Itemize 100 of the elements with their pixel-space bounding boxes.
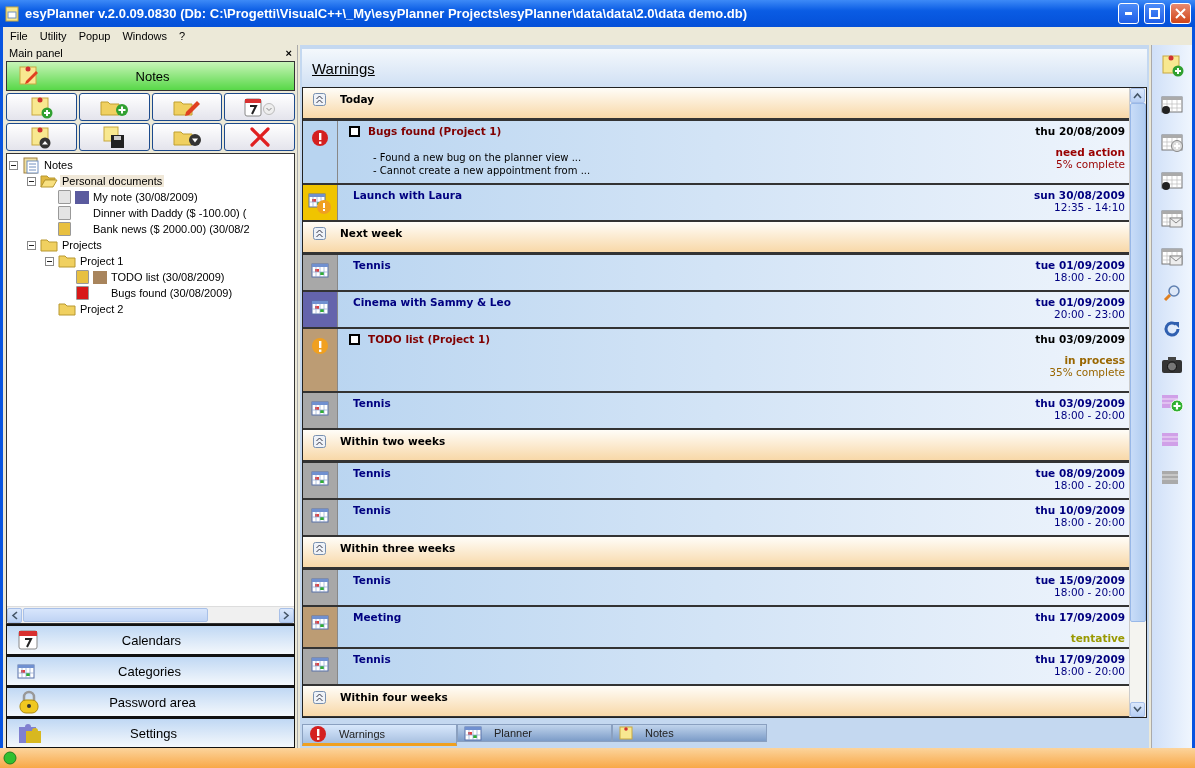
toolbar-button[interactable] xyxy=(224,123,295,151)
tool-button[interactable] xyxy=(1160,93,1184,115)
menu-item[interactable]: Windows xyxy=(117,30,173,42)
tree-item[interactable]: Dinner with Daddy ($ -100.00) ( xyxy=(91,207,249,219)
event-row[interactable]: Tennis tue 15/09/2009 18:00 - 20:00 xyxy=(303,570,1129,607)
tree-item[interactable]: Bugs found (30/08/2009) xyxy=(109,287,235,299)
time-range: 18:00 - 20:00 xyxy=(1054,479,1125,491)
task-row[interactable]: Bugs found (Project 1) - Found a new bug on the planner view ... - Cannot create a new appointment from ... thu 20/08/2009 need action 5% complete xyxy=(303,121,1129,185)
status-light-icon xyxy=(3,751,17,765)
collapse-toggle[interactable] xyxy=(27,240,36,250)
calendar-camera-icon xyxy=(1160,169,1184,191)
close-button[interactable] xyxy=(1170,3,1191,24)
time-range: 18:00 - 20:00 xyxy=(1054,586,1125,598)
status-label: need action xyxy=(1055,146,1125,158)
section-button[interactable]: Calendars xyxy=(6,624,295,655)
section-button[interactable]: Settings xyxy=(6,717,295,748)
collapse-toggle[interactable] xyxy=(27,176,36,186)
tree-item[interactable]: My note (30/08/2009) xyxy=(91,191,200,203)
group-label: Today xyxy=(340,93,375,105)
group-header[interactable]: Within three weeks xyxy=(303,537,1129,570)
calendar-grid-icon xyxy=(311,578,329,593)
date: thu 20/08/2009 xyxy=(1035,125,1125,137)
event-row[interactable]: Meeting thu 17/09/2009 tentative xyxy=(303,607,1129,649)
event-row[interactable]: Tennis tue 01/09/2009 18:00 - 20:00 xyxy=(303,255,1129,292)
event-title: Meeting xyxy=(353,611,402,623)
close-icon xyxy=(1175,8,1186,19)
toolbar-button[interactable] xyxy=(78,123,150,151)
checkbox[interactable] xyxy=(349,125,360,137)
checkbox[interactable] xyxy=(349,333,360,345)
toolbar-button[interactable] xyxy=(78,93,150,121)
camera-icon xyxy=(1160,355,1184,375)
calendar-envelope-icon xyxy=(1160,207,1184,229)
calendar-grid-icon xyxy=(311,300,329,315)
group-label: Within three weeks xyxy=(340,542,456,554)
refresh-icon xyxy=(1162,319,1182,339)
group-header[interactable]: Within four weeks xyxy=(303,686,1129,717)
note-line: - Cannot create a new appointment from ... xyxy=(373,164,591,177)
search-icon xyxy=(1162,283,1182,303)
time-range: 18:00 - 20:00 xyxy=(1054,409,1125,421)
task-row[interactable]: TODO list (Project 1) thu 03/09/2009 in process 35% complete xyxy=(303,329,1129,393)
toolbar-button[interactable] xyxy=(6,123,77,151)
section-button[interactable]: Categories xyxy=(6,655,295,686)
tab[interactable]: Warnings xyxy=(302,724,457,746)
collapse-toggle[interactable] xyxy=(9,160,18,170)
section-button[interactable]: Password area xyxy=(6,686,295,717)
vertical-scrollbar[interactable] xyxy=(1129,88,1146,717)
toolbar-button[interactable] xyxy=(151,123,223,151)
tree-item[interactable]: Project 2 xyxy=(78,303,126,315)
delete-icon xyxy=(248,126,271,148)
collapse-toggle[interactable] xyxy=(45,256,54,266)
group-label: Next week xyxy=(340,227,403,239)
puzzle-icon xyxy=(17,721,43,745)
group-header[interactable]: Today xyxy=(303,88,1129,121)
tree-item[interactable]: Personal documents xyxy=(60,175,165,187)
alert-icon xyxy=(309,725,327,743)
app-icon xyxy=(4,5,20,22)
progress-label: 5% complete xyxy=(1055,158,1125,170)
menu-item[interactable]: Utility xyxy=(34,30,72,42)
group-label: Within two weeks xyxy=(340,435,446,447)
collapse-icon xyxy=(313,435,326,448)
section-button[interactable]: Notes xyxy=(6,61,295,91)
panel-close-button[interactable]: × xyxy=(285,47,292,59)
event-row[interactable]: Tennis tue 08/09/2009 18:00 - 20:00 xyxy=(303,463,1129,500)
tree-item[interactable]: Bank news ($ 2000.00) (30/08/2 xyxy=(91,223,252,235)
date: tue 08/09/2009 xyxy=(1035,467,1125,479)
tree-item[interactable]: TODO list (30/08/2009) xyxy=(109,271,227,283)
date: thu 03/09/2009 xyxy=(1035,397,1125,409)
event-row[interactable]: Tennis thu 17/09/2009 18:00 - 20:00 xyxy=(303,649,1129,686)
minimize-button[interactable] xyxy=(1118,3,1139,24)
event-row[interactable]: Tennis thu 03/09/2009 18:00 - 20:00 xyxy=(303,393,1129,430)
toolbar-button[interactable] xyxy=(224,93,295,121)
event-title: Tennis xyxy=(353,504,391,516)
tab[interactable]: Notes xyxy=(612,724,767,742)
tab[interactable]: Planner xyxy=(457,724,612,742)
menu-item[interactable]: Popup xyxy=(73,30,116,42)
tree-item[interactable]: Project 1 xyxy=(78,255,126,267)
menu-item[interactable]: ? xyxy=(174,30,191,42)
time-range: 18:00 - 20:00 xyxy=(1054,665,1125,677)
alert-icon xyxy=(311,129,329,147)
horizontal-scrollbar[interactable] xyxy=(7,606,294,623)
clipboard-icon xyxy=(22,156,40,174)
toolbar-button[interactable] xyxy=(151,93,223,121)
folder-icon xyxy=(40,238,58,252)
tool-button[interactable] xyxy=(1160,169,1184,191)
group-header[interactable]: Next week xyxy=(303,222,1129,255)
calendar-grid-icon xyxy=(311,657,329,672)
tool-button[interactable] xyxy=(1160,355,1184,375)
group-header[interactable]: Within two weeks xyxy=(303,430,1129,463)
menu-item[interactable]: File xyxy=(5,30,33,42)
tree-item[interactable]: Projects xyxy=(60,239,104,251)
toolbar-button[interactable] xyxy=(6,93,77,121)
scroll-down-icon xyxy=(1133,706,1142,713)
task-title: Bugs found (Project 1) xyxy=(368,125,502,137)
status-label: tentative xyxy=(1070,632,1125,644)
event-row[interactable]: Launch with Laura sun 30/08/2009 12:35 - 14:10 xyxy=(303,185,1129,222)
calendar-grid-icon xyxy=(311,263,329,278)
event-row[interactable]: Cinema with Sammy & Leo tue 01/09/2009 20:00 - 23:00 xyxy=(303,292,1129,329)
tree-item[interactable]: Notes xyxy=(42,159,75,171)
event-row[interactable]: Tennis thu 10/09/2009 18:00 - 20:00 xyxy=(303,500,1129,537)
maximize-button[interactable] xyxy=(1144,3,1165,24)
